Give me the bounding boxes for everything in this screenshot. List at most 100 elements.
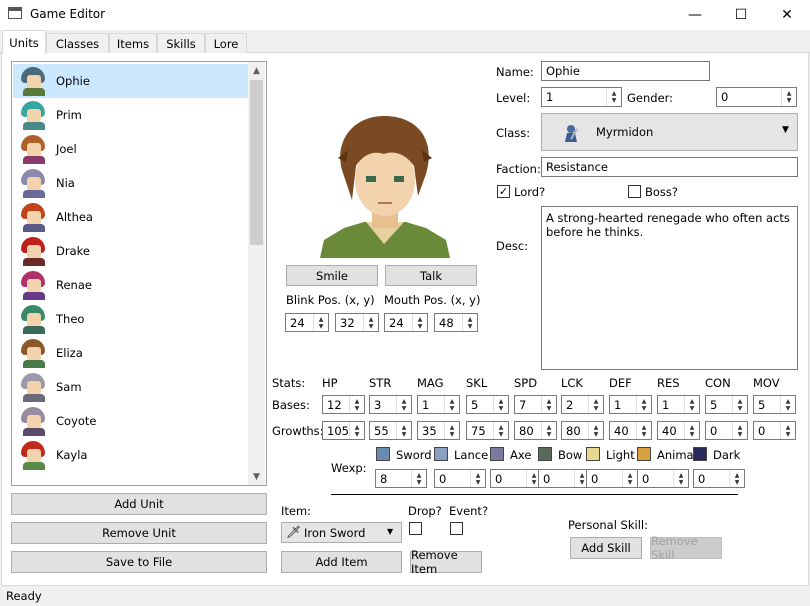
- base-def-spinbox[interactable]: 1 ▲ ▼: [609, 395, 652, 414]
- wexp-dark-spinbox[interactable]: 0 ▲ ▼: [693, 469, 745, 488]
- spin-arrows-icon[interactable]: ▲ ▼: [349, 396, 364, 413]
- wexp-anima-spinbox[interactable]: 0 ▲ ▼: [637, 469, 689, 488]
- save-to-file-button[interactable]: Save to File: [11, 551, 267, 573]
- unit-list-item[interactable]: Coyote: [13, 404, 249, 438]
- spin-arrows-icon[interactable]: ▲ ▼: [732, 422, 747, 439]
- description-textarea[interactable]: A strong-hearted renegade who often acts…: [541, 206, 798, 370]
- lord-checkbox[interactable]: ✓: [497, 185, 510, 198]
- unit-list-item[interactable]: Ophie: [13, 64, 249, 98]
- spin-arrows-icon[interactable]: ▲ ▼: [349, 422, 364, 439]
- wexp-bow-spinbox[interactable]: 0 ▲ ▼: [538, 469, 590, 488]
- spin-arrows-icon[interactable]: ▲ ▼: [396, 422, 411, 439]
- scrollbar-thumb[interactable]: [250, 80, 263, 245]
- growth-mov-spinbox[interactable]: 0 ▲ ▼: [753, 421, 796, 440]
- add-unit-button[interactable]: Add Unit: [11, 493, 267, 515]
- tab-skills[interactable]: Skills: [157, 33, 205, 53]
- unit-list-item[interactable]: Eliza: [13, 336, 249, 370]
- unit-list-item[interactable]: Prim: [13, 98, 249, 132]
- class-dropdown[interactable]: Myrmidon ▼: [541, 113, 798, 151]
- growth-mag-spinbox[interactable]: 35 ▲ ▼: [417, 421, 460, 440]
- base-res-spinbox[interactable]: 1 ▲ ▼: [657, 395, 700, 414]
- growth-hp-spinbox[interactable]: 105 ▲ ▼: [322, 421, 365, 440]
- tab-lore[interactable]: Lore: [205, 33, 247, 53]
- unit-list[interactable]: Ophie Prim Joel Nia Althea Drake Renae Theo Eliz…: [11, 61, 267, 486]
- base-con-spinbox[interactable]: 5 ▲ ▼: [705, 395, 748, 414]
- wexp-sword-spinbox[interactable]: 8 ▲ ▼: [375, 469, 427, 488]
- spin-arrows-icon[interactable]: ▲ ▼: [684, 422, 699, 439]
- name-field[interactable]: Ophie: [541, 61, 710, 81]
- spin-arrows-icon[interactable]: ▲ ▼: [411, 470, 426, 487]
- gender-spinbox[interactable]: 0 ▲ ▼: [716, 87, 797, 107]
- base-str-spinbox[interactable]: 3 ▲ ▼: [369, 395, 412, 414]
- spin-arrows-icon[interactable]: ▲ ▼: [444, 422, 459, 439]
- scroll-down-arrow-icon[interactable]: ▼: [248, 468, 265, 485]
- close-button[interactable]: ✕: [764, 0, 810, 30]
- item-dropdown[interactable]: 🗡 Iron Sword ▼: [281, 522, 402, 543]
- spin-arrows-icon[interactable]: ▲ ▼: [673, 470, 688, 487]
- unit-list-item[interactable]: Theo: [13, 302, 249, 336]
- minimize-button[interactable]: —: [672, 0, 718, 30]
- growth-def-spinbox[interactable]: 40 ▲ ▼: [609, 421, 652, 440]
- mouth-x-spinbox[interactable]: 24 ▲ ▼: [384, 313, 428, 332]
- remove-item-button[interactable]: Remove Item: [410, 548, 482, 576]
- tab-units[interactable]: Units: [2, 30, 46, 54]
- spin-arrows-icon[interactable]: ▲ ▼: [493, 422, 508, 439]
- growth-str-spinbox[interactable]: 55 ▲ ▼: [369, 421, 412, 440]
- unit-list-item[interactable]: Nia: [13, 166, 249, 200]
- blink-y-spinbox[interactable]: 32 ▲ ▼: [335, 313, 379, 332]
- add-item-button[interactable]: Add Item: [281, 551, 402, 573]
- base-mov-spinbox[interactable]: 5 ▲ ▼: [753, 395, 796, 414]
- remove-unit-button[interactable]: Remove Unit: [11, 522, 267, 544]
- boss-checkbox[interactable]: [628, 185, 641, 198]
- spin-arrows-icon[interactable]: ▲ ▼: [541, 422, 556, 439]
- tab-classes[interactable]: Classes: [46, 33, 109, 53]
- unit-list-item[interactable]: Drake: [13, 234, 249, 268]
- talk-button[interactable]: Talk: [385, 265, 477, 286]
- growth-skl-spinbox[interactable]: 75 ▲ ▼: [466, 421, 509, 440]
- mouth-y-spinbox[interactable]: 48 ▲ ▼: [434, 313, 478, 332]
- wexp-axe-spinbox[interactable]: 0 ▲ ▼: [490, 469, 542, 488]
- spin-arrows-icon[interactable]: ▲ ▼: [588, 422, 603, 439]
- spin-arrows-icon[interactable]: ▲ ▼: [622, 470, 637, 487]
- spin-arrows-icon[interactable]: ▲ ▼: [396, 396, 411, 413]
- wexp-lance-spinbox[interactable]: 0 ▲ ▼: [434, 469, 486, 488]
- spin-arrows-icon[interactable]: ▲ ▼: [732, 396, 747, 413]
- base-mag-spinbox[interactable]: 1 ▲ ▼: [417, 395, 460, 414]
- base-hp-spinbox[interactable]: 12 ▲ ▼: [322, 395, 365, 414]
- growth-spd-spinbox[interactable]: 80 ▲ ▼: [514, 421, 557, 440]
- event-checkbox[interactable]: [450, 522, 463, 535]
- spin-arrows-icon[interactable]: ▲ ▼: [606, 88, 621, 106]
- base-skl-spinbox[interactable]: 5 ▲ ▼: [466, 395, 509, 414]
- blink-x-spinbox[interactable]: 24 ▲ ▼: [285, 313, 329, 332]
- spin-arrows-icon[interactable]: ▲ ▼: [684, 396, 699, 413]
- spin-arrows-icon[interactable]: ▲ ▼: [412, 314, 427, 331]
- drop-checkbox[interactable]: [409, 522, 422, 535]
- growth-con-spinbox[interactable]: 0 ▲ ▼: [705, 421, 748, 440]
- maximize-button[interactable]: ☐: [718, 0, 764, 30]
- tab-items[interactable]: Items: [109, 33, 157, 53]
- level-spinbox[interactable]: 1 ▲ ▼: [541, 87, 622, 107]
- smile-button[interactable]: Smile: [286, 265, 378, 286]
- spin-arrows-icon[interactable]: ▲ ▼: [313, 314, 328, 331]
- growth-res-spinbox[interactable]: 40 ▲ ▼: [657, 421, 700, 440]
- spin-arrows-icon[interactable]: ▲ ▼: [470, 470, 485, 487]
- spin-arrows-icon[interactable]: ▲ ▼: [636, 422, 651, 439]
- spin-arrows-icon[interactable]: ▲ ▼: [493, 396, 508, 413]
- faction-field[interactable]: Resistance: [541, 157, 798, 177]
- spin-arrows-icon[interactable]: ▲ ▼: [588, 396, 603, 413]
- spin-arrows-icon[interactable]: ▲ ▼: [636, 396, 651, 413]
- unit-list-item[interactable]: Joel: [13, 132, 249, 166]
- spin-arrows-icon[interactable]: ▲ ▼: [363, 314, 378, 331]
- spin-arrows-icon[interactable]: ▲ ▼: [781, 88, 796, 106]
- scroll-up-arrow-icon[interactable]: ▲: [248, 62, 265, 79]
- spin-arrows-icon[interactable]: ▲ ▼: [780, 422, 795, 439]
- spin-arrows-icon[interactable]: ▲ ▼: [729, 470, 744, 487]
- spin-arrows-icon[interactable]: ▲ ▼: [541, 396, 556, 413]
- base-spd-spinbox[interactable]: 7 ▲ ▼: [514, 395, 557, 414]
- spin-arrows-icon[interactable]: ▲ ▼: [444, 396, 459, 413]
- unit-list-item[interactable]: Renae: [13, 268, 249, 302]
- growth-lck-spinbox[interactable]: 80 ▲ ▼: [561, 421, 604, 440]
- unit-list-item[interactable]: Sam: [13, 370, 249, 404]
- wexp-light-spinbox[interactable]: 0 ▲ ▼: [586, 469, 638, 488]
- spin-arrows-icon[interactable]: ▲ ▼: [780, 396, 795, 413]
